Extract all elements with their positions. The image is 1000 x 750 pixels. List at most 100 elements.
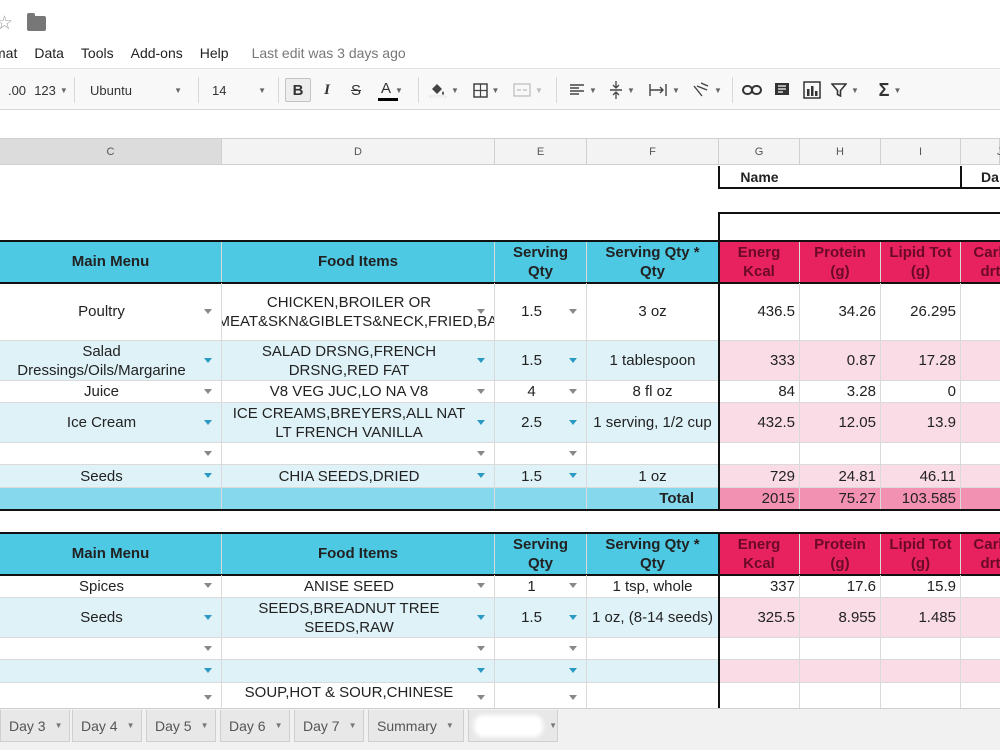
dropdown-arrow-icon[interactable] [477, 614, 485, 620]
dropdown-arrow-icon[interactable] [569, 614, 577, 620]
table2-cell-lipid[interactable] [881, 683, 961, 708]
table2-cell-serving[interactable]: 1 oz, (8-14 seeds) [587, 598, 719, 638]
dropdown-arrow-icon[interactable] [569, 694, 577, 700]
insert-chart-button[interactable] [800, 78, 824, 102]
table2-cell-protein[interactable]: 8.955 [800, 598, 881, 638]
table2-cell-serving[interactable]: 1 tsp, whole [587, 575, 719, 598]
dropdown-arrow-icon[interactable] [204, 473, 212, 478]
table1-cell-food[interactable]: ICE CREAMS,BREYERS,ALL NAT LT FRENCH VAN… [222, 403, 495, 443]
font-size-select[interactable]: 14 ▼ [206, 78, 272, 102]
table1-cell-lipid[interactable]: 13.9 [881, 403, 961, 443]
table2-cell-menu[interactable]: Seeds [0, 598, 222, 638]
last-edit-link[interactable]: Last edit was 3 days ago [252, 45, 406, 61]
dropdown-arrow-icon[interactable] [204, 357, 212, 363]
table2-cell-food[interactable]: SEEDS,BREADNUT TREE SEEDS,RAW [222, 598, 495, 638]
table2-cell-food[interactable] [222, 660, 495, 683]
table1-cell-qty[interactable]: 1.5 [495, 465, 587, 488]
sheet-tab-redacted[interactable]: ▼ [468, 710, 558, 742]
table2-cell-qty[interactable] [495, 638, 587, 660]
column-header-h[interactable]: H [800, 138, 881, 165]
strikethrough-button[interactable]: S [343, 78, 369, 102]
table1-cell-serving[interactable]: 1 serving, 1/2 cup [587, 403, 719, 443]
table2-cell-protein[interactable] [800, 638, 881, 660]
column-header-j[interactable]: J [961, 138, 1000, 165]
table1-cell-food[interactable]: V8 VEG JUC,LO NA V8 [222, 381, 495, 403]
insert-comment-button[interactable] [770, 78, 794, 102]
decimal-button[interactable]: .00 [4, 78, 30, 102]
menu-tools[interactable]: Tools [81, 45, 114, 61]
table1-cell-serving[interactable] [587, 443, 719, 465]
table1-cell-qty[interactable]: 1.5 [495, 283, 587, 341]
table2-cell-food[interactable]: SOUP,HOT & SOUR,CHINESE [222, 683, 495, 708]
sheet-tab-day7[interactable]: Day 7 ▼ [294, 710, 364, 742]
menu-addons[interactable]: Add-ons [131, 45, 183, 61]
dropdown-arrow-icon[interactable] [477, 694, 485, 700]
table1-cell-lipid[interactable]: 17.28 [881, 341, 961, 381]
dropdown-arrow-icon[interactable] [569, 450, 577, 456]
table2-cell-serving[interactable] [587, 660, 719, 683]
table1-cell-protein[interactable]: 3.28 [800, 381, 881, 403]
vertical-align-button[interactable]: ▼ [604, 78, 640, 102]
dropdown-arrow-icon[interactable] [569, 668, 577, 673]
table1-cell-energ[interactable]: 84 [719, 381, 800, 403]
table1-cell-carb[interactable]: 6 [961, 465, 1000, 488]
column-header-c[interactable]: C [0, 138, 222, 165]
dropdown-arrow-icon[interactable] [204, 388, 212, 394]
horizontal-align-button[interactable]: ▼ [564, 78, 602, 102]
dropdown-arrow-icon[interactable] [569, 419, 577, 425]
dropdown-arrow-icon[interactable] [569, 473, 577, 478]
sheet-tab-day4[interactable]: Day 4 ▼ [72, 710, 142, 742]
sheet-tab-day5[interactable]: Day 5 ▼ [146, 710, 216, 742]
table2-cell-energ[interactable] [719, 638, 800, 660]
table1-cell-menu[interactable] [0, 443, 222, 465]
dropdown-arrow-icon[interactable] [477, 419, 485, 425]
table2-cell-carb[interactable]: 6 [961, 598, 1000, 638]
table2-cell-lipid[interactable] [881, 660, 961, 683]
dropdown-arrow-icon[interactable] [477, 583, 485, 588]
table1-cell-qty[interactable]: 1.5 [495, 341, 587, 381]
table2-cell-menu[interactable] [0, 660, 222, 683]
column-header-g[interactable]: G [719, 138, 800, 165]
text-wrap-button[interactable]: ▼ [644, 78, 684, 102]
menu-format[interactable]: mat [0, 45, 17, 61]
table2-cell-menu[interactable] [0, 683, 222, 708]
table2-cell-lipid[interactable] [881, 638, 961, 660]
table2-cell-qty[interactable] [495, 683, 587, 708]
table1-cell-qty[interactable]: 2.5 [495, 403, 587, 443]
table1-cell-energ[interactable]: 432.5 [719, 403, 800, 443]
menu-data[interactable]: Data [34, 45, 64, 61]
table2-cell-energ[interactable]: 325.5 [719, 598, 800, 638]
table1-cell-energ[interactable]: 729 [719, 465, 800, 488]
table2-cell-serving[interactable] [587, 683, 719, 708]
dropdown-arrow-icon[interactable] [204, 668, 212, 673]
spreadsheet-grid[interactable]: Name Da Main Menu Food Items Serving Qty Ser… [0, 166, 1000, 708]
dropdown-arrow-icon[interactable] [204, 419, 212, 425]
table2-cell-energ[interactable] [719, 660, 800, 683]
table2-cell-carb[interactable] [961, 638, 1000, 660]
column-header-f[interactable]: F [587, 138, 719, 165]
fill-color-button[interactable]: ▼ [426, 78, 462, 102]
table1-cell-protein[interactable]: 34.26 [800, 283, 881, 341]
table1-cell-protein[interactable]: 0.87 [800, 341, 881, 381]
table2-cell-qty[interactable]: 1.5 [495, 598, 587, 638]
table2-cell-protein[interactable] [800, 683, 881, 708]
table1-cell-lipid[interactable]: 46.11 [881, 465, 961, 488]
italic-button[interactable]: I [314, 78, 340, 102]
functions-button[interactable]: Σ ▼ [872, 78, 908, 102]
table2-cell-lipid[interactable]: 15.9 [881, 575, 961, 598]
table1-cell-menu[interactable]: Seeds [0, 465, 222, 488]
table1-cell-serving[interactable]: 8 fl oz [587, 381, 719, 403]
table2-cell-qty[interactable]: 1 [495, 575, 587, 598]
dropdown-arrow-icon[interactable] [477, 473, 485, 478]
table1-cell-qty[interactable] [495, 443, 587, 465]
font-family-select[interactable]: Ubuntu ▼ [82, 78, 190, 102]
dropdown-arrow-icon[interactable] [569, 308, 577, 314]
table1-cell-energ[interactable]: 333 [719, 341, 800, 381]
dropdown-arrow-icon[interactable] [477, 308, 485, 314]
table1-cell-menu[interactable]: Poultry [0, 283, 222, 341]
dropdown-arrow-icon[interactable] [204, 614, 212, 620]
table1-cell-serving[interactable]: 3 oz [587, 283, 719, 341]
table1-cell-menu[interactable]: Juice [0, 381, 222, 403]
column-header-d[interactable]: D [222, 138, 495, 165]
dropdown-arrow-icon[interactable] [477, 645, 485, 651]
